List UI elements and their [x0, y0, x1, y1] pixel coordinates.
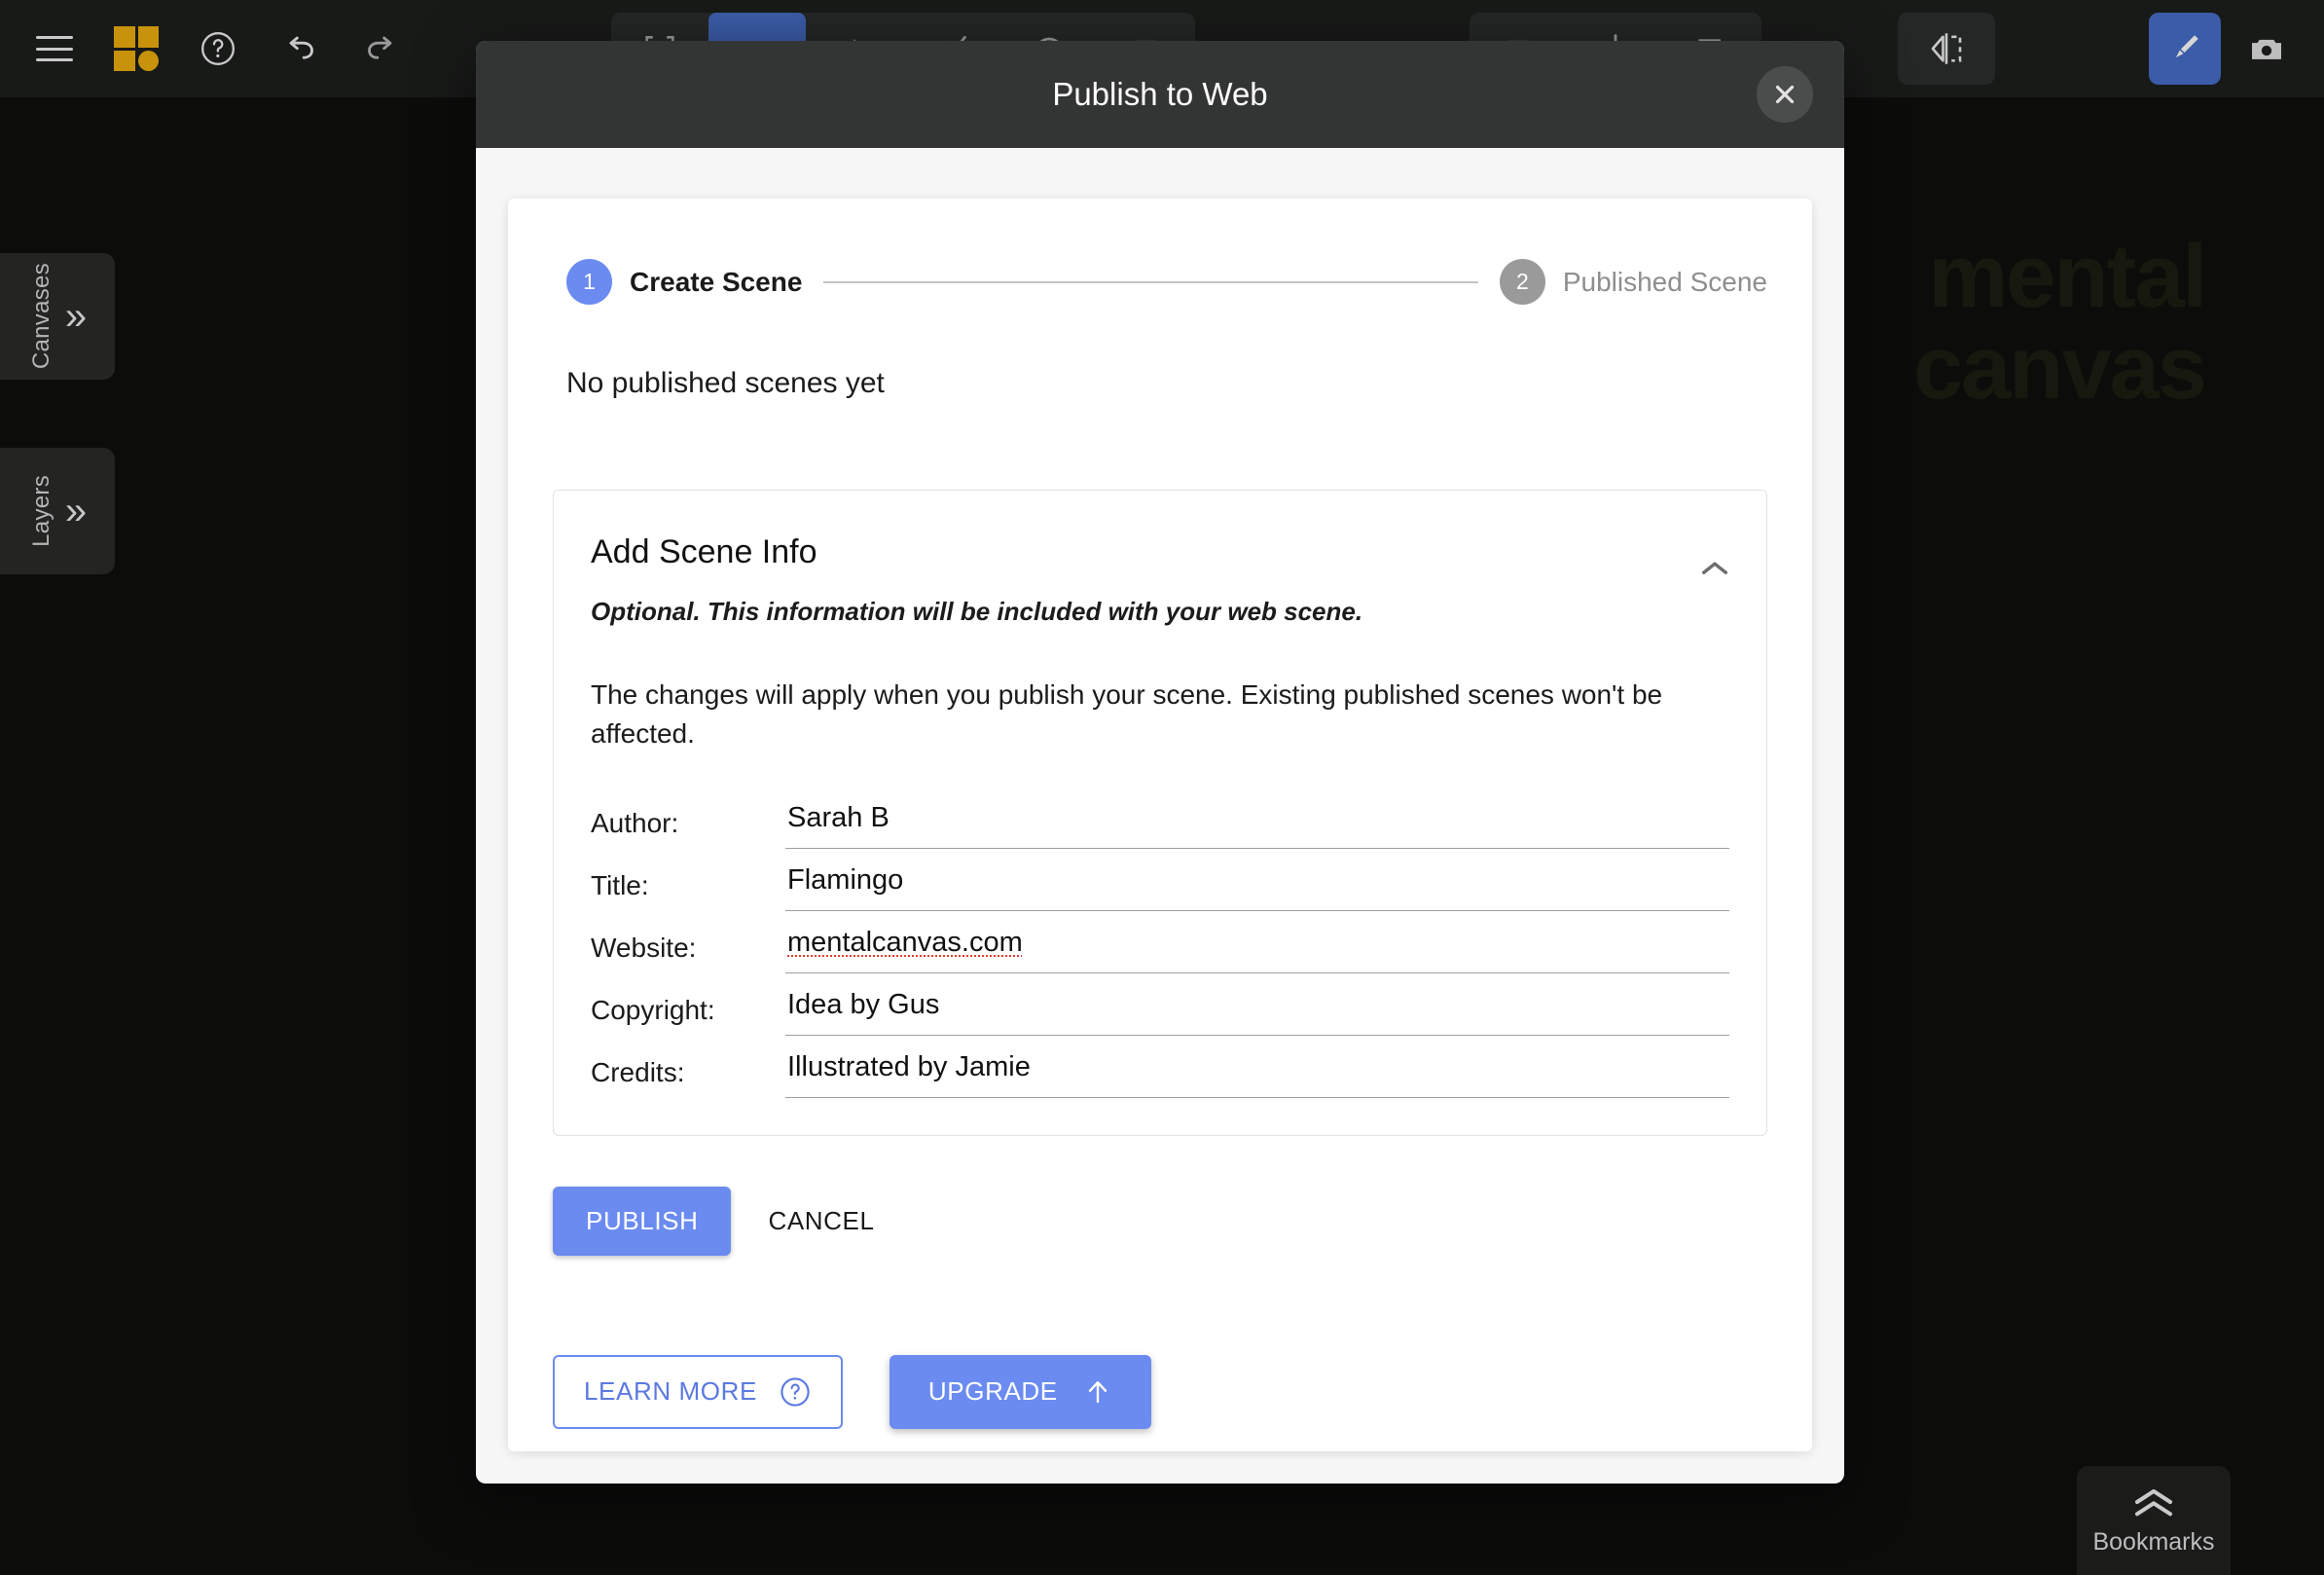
double-chevron-right-icon: » — [64, 295, 88, 338]
stepper-connector — [823, 280, 1478, 283]
dialog-actions: PUBLISH CANCEL — [553, 1186, 1767, 1256]
camera-icon — [2252, 39, 2281, 59]
learn-more-label: LEARN MORE — [584, 1376, 757, 1406]
watermark-line-1: mental — [1928, 227, 2207, 326]
publish-to-web-dialog: Publish to Web 1 Create Scene 2 Publishe… — [476, 41, 1844, 1483]
sidebar-item-canvases-label: Canvases — [27, 263, 54, 370]
toolbar-right-group — [2149, 13, 2303, 85]
stepper-step-published-scene[interactable]: 2 Published Scene — [1499, 259, 1767, 305]
double-chevron-right-icon: » — [64, 490, 88, 532]
add-scene-info-heading: Add Scene Info — [591, 533, 817, 570]
canvas-watermark: mental canvas — [1912, 227, 2207, 418]
close-icon — [1775, 85, 1795, 104]
collapse-scene-info-button[interactable] — [1692, 549, 1737, 588]
app-logo-button[interactable] — [95, 13, 177, 85]
paintbrush-icon — [2175, 35, 2198, 58]
toolbar-tool-group-c — [1898, 13, 1995, 85]
add-scene-info-section: Add Scene Info Optional. This informatio… — [553, 490, 1767, 1136]
undo-button[interactable] — [259, 13, 341, 85]
dialog-footer: LEARN MORE UPGRADE — [553, 1354, 1767, 1452]
website-field-value: mentalcanvas.com — [787, 926, 1023, 958]
help-button[interactable] — [177, 13, 259, 85]
add-scene-info-subtitle: Optional. This information will be inclu… — [591, 597, 1363, 626]
bookmarks-panel-button[interactable]: Bookmarks — [2077, 1466, 2231, 1575]
stepper-step-1-number: 1 — [566, 259, 612, 305]
watermark-line-2: canvas — [1912, 317, 2207, 418]
help-circle-icon — [201, 32, 235, 65]
scene-info-fields: Author: Sarah B Title: Flamingo Website:… — [591, 787, 1729, 1098]
app-root: mental canvas Canvases » Layers » Bookma… — [0, 0, 2324, 1575]
bookmarks-label: Bookmarks — [2092, 1527, 2215, 1556]
dialog-body-card: 1 Create Scene 2 Published Scene No publ… — [508, 199, 1812, 1451]
website-field[interactable]: mentalcanvas.com — [785, 927, 1729, 973]
hamburger-menu-button[interactable] — [14, 13, 95, 85]
mirror-tool-button[interactable] — [1898, 13, 1995, 85]
publish-stepper: 1 Create Scene 2 Published Scene — [566, 259, 1767, 305]
upgrade-label: UPGRADE — [927, 1376, 1058, 1406]
stepper-step-1-label: Create Scene — [630, 266, 803, 297]
dialog-title: Publish to Web — [1052, 76, 1268, 112]
sidebar-item-layers-label: Layers — [27, 475, 54, 547]
dialog-header: Publish to Web — [476, 41, 1844, 148]
author-field[interactable]: Sarah B — [785, 802, 1729, 849]
credits-label: Credits: — [591, 1056, 685, 1087]
arrow-up-icon — [1088, 1380, 1107, 1403]
camera-button[interactable] — [2231, 13, 2303, 85]
field-row-title: Title: Flamingo — [591, 849, 1729, 911]
field-row-website: Website: mentalcanvas.com — [591, 911, 1729, 973]
empty-state-message: No published scenes yet — [566, 367, 885, 399]
stepper-step-create-scene[interactable]: 1 Create Scene — [566, 259, 802, 305]
stepper-step-2-label: Published Scene — [1562, 266, 1767, 297]
credits-field[interactable]: Illustrated by Jamie — [785, 1051, 1729, 1098]
field-row-credits: Credits: Illustrated by Jamie — [591, 1036, 1729, 1098]
stepper-step-2-number: 2 — [1499, 259, 1545, 305]
copyright-field[interactable]: Idea by Gus — [785, 989, 1729, 1036]
sidebar-item-layers[interactable]: Layers » — [0, 448, 115, 574]
hamburger-menu-icon — [36, 36, 73, 61]
double-chevron-up-icon — [2134, 1488, 2173, 1516]
website-label: Website: — [591, 932, 697, 963]
publish-button[interactable]: PUBLISH — [553, 1186, 732, 1256]
toolbar-left-group — [0, 13, 422, 85]
chevron-up-icon — [1701, 562, 1728, 574]
redo-arrow-icon — [368, 36, 392, 59]
paintbrush-tool-button[interactable] — [2149, 13, 2221, 85]
close-dialog-button[interactable] — [1757, 66, 1813, 123]
learn-more-button[interactable]: LEARN MORE — [553, 1354, 843, 1429]
title-field[interactable]: Flamingo — [785, 864, 1729, 911]
mental-canvas-logo-icon — [114, 26, 159, 71]
field-row-copyright: Copyright: Idea by Gus — [591, 973, 1729, 1036]
add-scene-info-description: The changes will apply when you publish … — [591, 679, 1663, 749]
field-row-author: Author: Sarah B — [591, 787, 1729, 849]
copyright-label: Copyright: — [591, 994, 715, 1025]
author-label: Author: — [591, 807, 679, 838]
cancel-button[interactable]: CANCEL — [764, 1187, 878, 1256]
help-circle-icon — [781, 1376, 810, 1407]
mirror-tool-icon — [1931, 33, 1962, 64]
redo-button[interactable] — [341, 13, 422, 85]
sidebar-item-canvases[interactable]: Canvases » — [0, 253, 115, 380]
undo-arrow-icon — [289, 36, 313, 59]
title-label: Title: — [591, 869, 649, 900]
upgrade-button[interactable]: UPGRADE — [889, 1354, 1151, 1429]
